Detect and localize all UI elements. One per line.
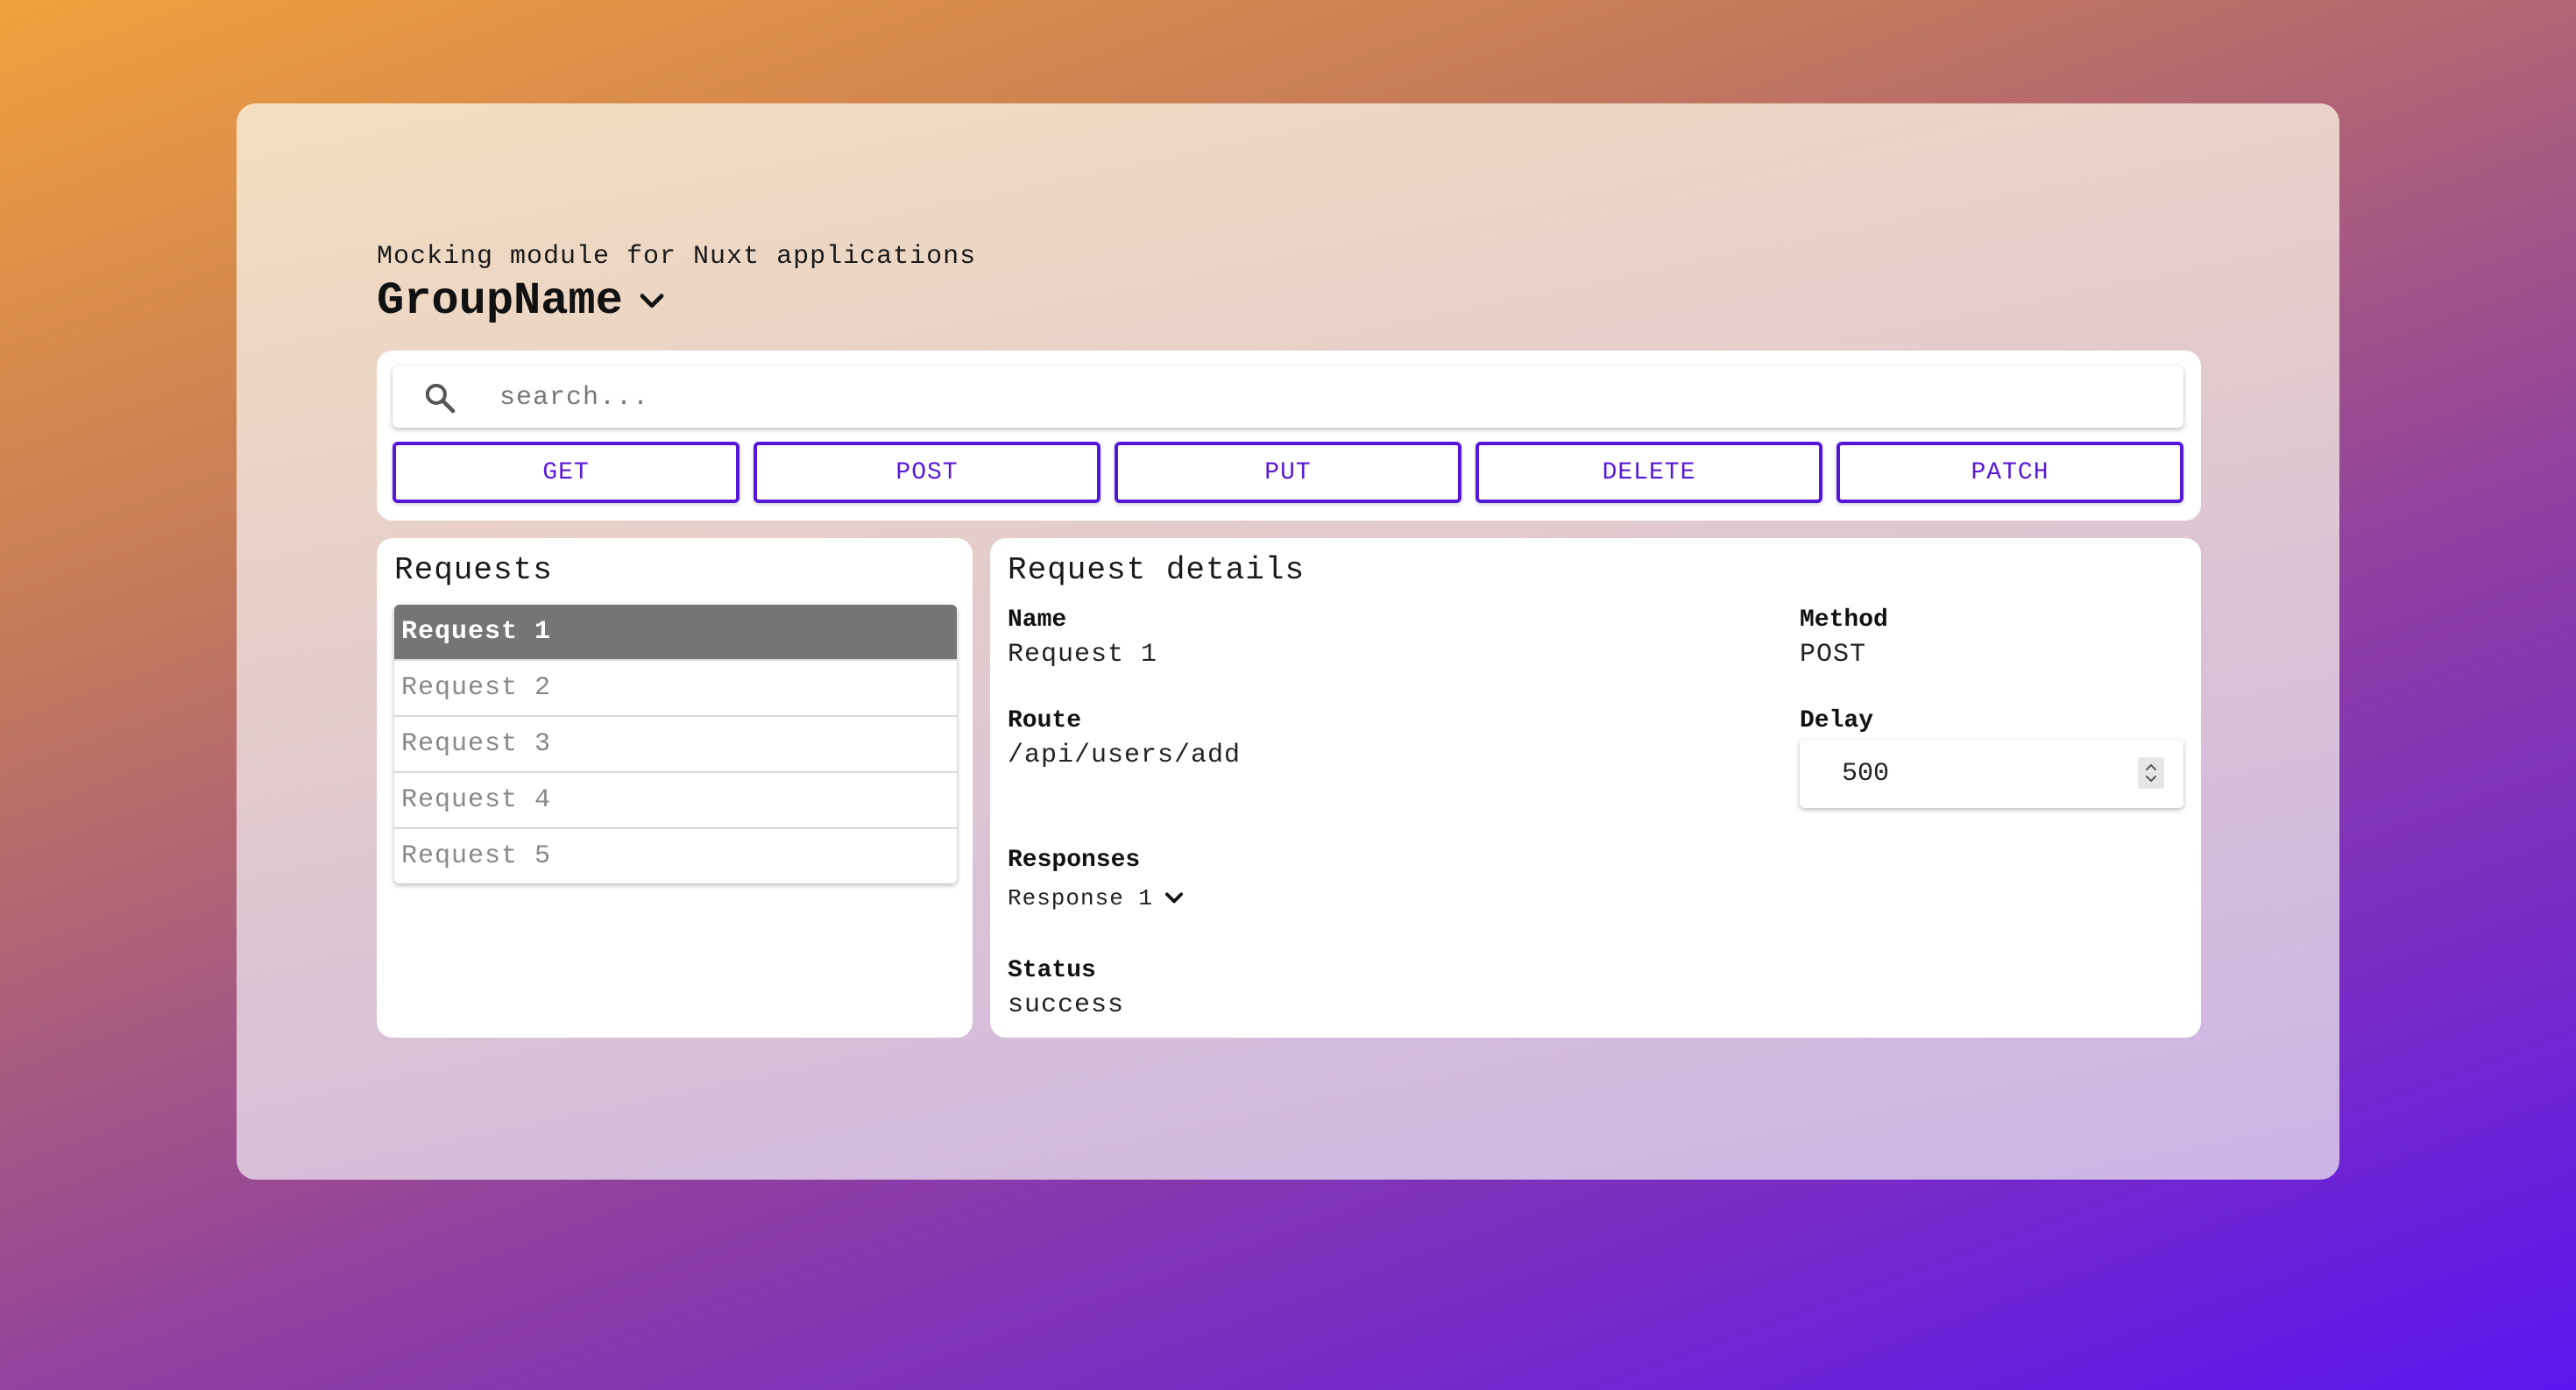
app-subtitle: Mocking module for Nuxt applications — [377, 242, 977, 272]
method-filter-put[interactable]: PUT — [1115, 442, 1461, 503]
delay-input[interactable] — [1840, 754, 2106, 794]
method-filter-group: GET POST PUT DELETE PATCH — [393, 442, 2183, 503]
chevron-down-icon[interactable] — [1162, 886, 1186, 911]
method-label: Method — [1800, 606, 1888, 634]
details-title: Request details — [1008, 552, 1306, 588]
status-label: Status — [1008, 957, 1096, 984]
response-selector[interactable]: Response 1 — [1008, 885, 1186, 911]
delay-field[interactable] — [1800, 740, 2183, 808]
group-name[interactable]: GroupName — [377, 275, 623, 327]
search-box[interactable] — [393, 366, 2183, 428]
method-filter-get[interactable]: GET — [393, 442, 740, 503]
name-label: Name — [1008, 606, 1067, 634]
search-input[interactable] — [498, 375, 2148, 421]
method-value: POST — [1800, 640, 1867, 670]
route-value: /api/users/add — [1008, 741, 1242, 770]
method-filter-patch[interactable]: PATCH — [1836, 442, 2183, 503]
request-list: Request 1 Request 2 Request 3 Request 4 … — [394, 605, 957, 883]
request-item-2[interactable]: Request 2 — [394, 659, 957, 715]
method-filter-post[interactable]: POST — [754, 442, 1100, 503]
requests-title: Requests — [394, 552, 553, 588]
filter-panel: GET POST PUT DELETE PATCH — [377, 351, 2201, 521]
delay-label: Delay — [1800, 707, 1874, 734]
request-item-4[interactable]: Request 4 — [394, 771, 957, 827]
status-value: success — [1008, 990, 1125, 1020]
response-select-value[interactable]: Response 1 — [1008, 885, 1153, 911]
chevron-down-icon[interactable] — [635, 285, 669, 318]
requests-panel: Requests Request 1 Request 2 Request 3 R… — [377, 538, 973, 1038]
group-selector[interactable]: GroupName — [377, 275, 669, 327]
request-item-1[interactable]: Request 1 — [394, 605, 957, 659]
request-item-3[interactable]: Request 3 — [394, 715, 957, 771]
spinner-icon[interactable] — [2138, 757, 2164, 789]
request-details-panel: Request details Name Request 1 Method PO… — [990, 538, 2201, 1038]
request-item-5[interactable]: Request 5 — [394, 827, 957, 883]
responses-label: Responses — [1008, 847, 1141, 874]
main-card: Mocking module for Nuxt applications Gro… — [237, 103, 2339, 1180]
search-icon — [425, 383, 456, 414]
method-filter-delete[interactable]: DELETE — [1476, 442, 1822, 503]
name-value: Request 1 — [1008, 640, 1158, 670]
route-label: Route — [1008, 707, 1082, 734]
